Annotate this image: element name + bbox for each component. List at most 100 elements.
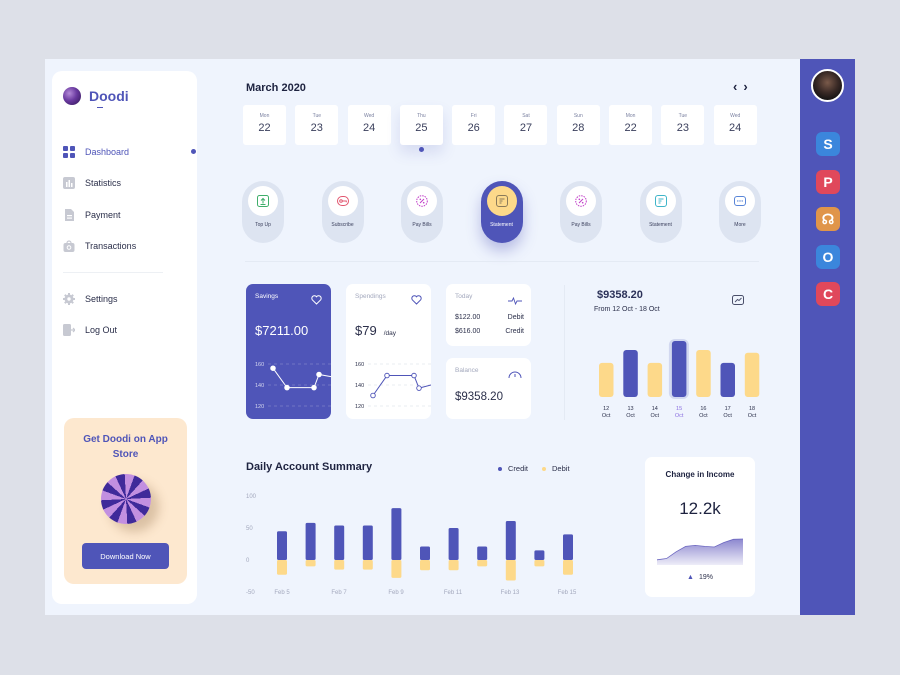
day-number: 28 [572,122,585,134]
data-point [284,384,290,391]
day-number: 24 [362,122,376,134]
debit-amount: $122.00 [455,314,481,321]
day-number: 23 [310,122,323,134]
savings-card[interactable]: Savings $7211.00 160 140 120 [246,284,331,419]
action-statement[interactable]: Statement [639,181,682,243]
chevron-left-icon[interactable]: ‹ [733,79,737,94]
legend-credit: Credit [498,464,528,473]
sidebar-item-transactions[interactable]: Transactions [63,231,193,263]
calendar-day[interactable]: Fri 26 [452,105,496,145]
savings-line-chart: 160 140 120 [255,362,331,409]
data-point [311,384,317,391]
day-number: 26 [467,122,480,134]
quick-actions: Top Up Subscribe Pay Bills Statement Pay Bil… [242,181,799,243]
income-card[interactable]: Change in Income 12.2k ▲ 19% [645,457,755,597]
x-tick-label: Feb 5 [274,590,290,596]
spendings-amount: $79/day [355,323,396,338]
y-tick-label: 140 [355,383,364,389]
bar [720,362,735,397]
spendings-line-chart: 160 140 120 [355,362,431,409]
calendar-nav: ‹ › [733,79,748,94]
day-name: Tue [678,113,688,119]
data-point [384,372,390,379]
legend-debit: Debit [542,464,570,473]
data-point [316,371,322,378]
upload-icon [248,186,278,216]
gauge-icon [508,366,522,384]
income-sparkline [657,538,743,565]
y-tick-label: 140 [255,383,264,389]
daily-summary-chart: 100 50 0 -50 Feb 5 Feb 7 Feb 9 Feb 11 Feb 13 Feb … [246,494,577,596]
trend-icon[interactable] [732,295,744,305]
debit-bar [477,560,488,567]
calendar-day[interactable]: Thu 25 [399,105,443,152]
sidebar-item-dashboard[interactable]: Dashboard [63,136,196,168]
app-c-icon[interactable]: C [816,282,840,306]
x-tick-label: 16 [700,406,706,412]
day-name: Wed [363,113,375,119]
day-number: 25 [415,122,428,134]
sidebar-item-statistics[interactable]: Statistics [63,168,193,200]
sidebar-item-payment[interactable]: Payment [63,199,193,231]
calendar-day[interactable]: Tue 23 [295,105,339,145]
calendar-day[interactable]: Sun 28 [556,105,600,145]
data-point [270,365,276,371]
action-more[interactable]: More [719,181,761,243]
action-label: Subscribe [331,222,354,228]
debit-bar [420,560,430,571]
action-statement[interactable]: Statement [480,181,523,243]
action-pay-bills[interactable]: Pay Bills [401,181,443,243]
action-top-up[interactable]: Top Up [242,181,284,243]
download-now-button[interactable]: Download Now [82,543,169,569]
calendar-day[interactable]: Wed 24 [347,105,391,145]
calendar-day[interactable]: Mon 22 [243,105,286,145]
debit-bar [277,560,287,575]
more-icon [725,186,755,216]
sidebar-item-settings[interactable]: Settings [63,283,193,315]
y-tick-label: 50 [246,526,253,532]
calendar-day[interactable]: Wed 24 [713,105,757,145]
calendar-day[interactable]: Tue 23 [661,105,705,145]
app-o-icon[interactable]: O [816,244,840,269]
spendings-title: Spendings [355,293,386,300]
credit-bar [305,522,316,560]
x-tick-label: Oct [602,413,611,419]
logo[interactable]: Doodi [63,87,129,108]
x-tick-label: Oct [675,413,684,419]
balance-amount: $9358.20 [455,391,503,403]
day-name: Mon [259,113,270,119]
x-tick-label: Oct [626,413,635,419]
bar [599,362,614,397]
balance-card[interactable]: Balance $9358.20 [446,358,531,419]
today-card[interactable]: Today $122.00 Debit $616.00 Credit [446,284,531,346]
spendings-card[interactable]: Spendings $79/day 160 140 120 [346,284,431,419]
app-support-icon[interactable]: ☊ [816,207,840,231]
heart-icon[interactable] [311,292,322,310]
debit-label: Debit [507,314,524,321]
income-change-value: 19% [698,574,713,581]
app-s-icon[interactable]: S [816,132,840,156]
heart-icon[interactable] [411,292,422,310]
sidebar-item-logout[interactable]: Log Out [63,315,193,347]
credit-bar [334,525,345,560]
x-tick-label: Feb 13 [501,590,520,596]
app-store-promo: Get Doodi on App Store Download Now [64,418,187,584]
action-subscribe[interactable]: Subscribe [321,181,364,243]
pulse-icon [508,292,522,310]
credit-bar [391,508,402,560]
chart-legend: Credit Debit [498,464,570,473]
x-tick-label: 18 [749,406,755,412]
sidebar-item-label: Transactions [85,241,137,252]
user-avatar[interactable] [811,69,844,102]
action-pay-bills[interactable]: Pay Bills [560,181,602,243]
weekly-bar-chart: 12Oct13Oct14Oct15Oct16Oct17Oct18Oct [599,339,760,419]
calendar-day[interactable]: Sat 27 [504,105,548,145]
app-p-icon[interactable]: P [816,169,840,194]
chevron-right-icon[interactable]: › [743,79,747,94]
debit-bar [334,560,345,570]
calendar-day[interactable]: Mon 22 [609,105,653,145]
daily-summary-title: Daily Account Summary [246,461,373,473]
spendings-unit: /day [383,330,396,337]
percent-icon [566,186,596,216]
x-tick-label: Oct [651,413,660,419]
